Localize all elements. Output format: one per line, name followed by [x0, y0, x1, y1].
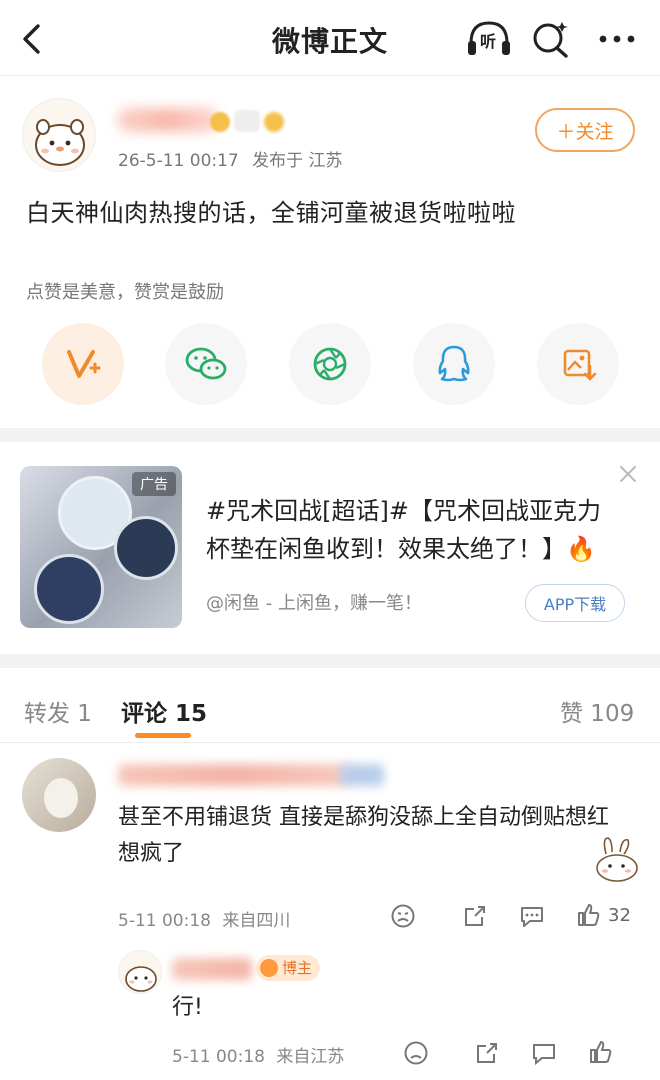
active-tab-indicator: [135, 733, 191, 738]
weibo-post-page: 微博正文 听 26-5-11 00:17 发布于 江苏 ＋关注 白天神仙肉热搜的…: [0, 0, 660, 1080]
blogger-avatar[interactable]: [118, 950, 162, 994]
panda-badge-icon: [234, 110, 260, 132]
moments-icon[interactable]: [289, 323, 371, 405]
thumbs-up-icon[interactable]: [588, 1039, 614, 1065]
blogger-badge: 博主: [256, 955, 321, 981]
coaster-image: [34, 554, 104, 624]
section-gap: [0, 428, 660, 442]
divider: [0, 742, 660, 743]
tab-comments[interactable]: 评论 15: [121, 694, 207, 728]
reply-icon[interactable]: [518, 903, 546, 929]
commenter-name-redacted[interactable]: [118, 764, 348, 786]
comment-time: 5-11 00:18: [118, 911, 211, 931]
reward-hint: 点赞是美意，赞赏是鼓励: [26, 282, 224, 303]
post-meta: 26-5-11 00:17 发布于 江苏: [118, 146, 343, 171]
like-button[interactable]: 32: [576, 902, 631, 928]
reply-time: 5-11 00:18: [172, 1047, 265, 1067]
repost-icon[interactable]: [474, 1040, 500, 1066]
level-badge-icon: [264, 112, 284, 132]
ad-tag: 广告: [132, 472, 176, 496]
reply-meta: 5-11 00:18 来自江苏: [172, 1042, 344, 1067]
listen-icon[interactable]: 听: [464, 14, 514, 64]
author-name-redacted[interactable]: [118, 108, 218, 132]
dislike-icon[interactable]: [390, 903, 416, 929]
search-icon[interactable]: [526, 14, 576, 64]
repost-icon[interactable]: [462, 903, 488, 929]
thumbs-up-icon: [578, 904, 600, 926]
top-bar: 微博正文 听: [0, 0, 660, 76]
rabbit-sticker-icon: [592, 836, 642, 884]
ad-source: @闲鱼 - 上闲鱼，赚一笔！: [206, 593, 422, 614]
vplus-icon[interactable]: [42, 323, 124, 405]
comment-location: 来自四川: [222, 911, 291, 931]
reply-location: 来自江苏: [276, 1047, 345, 1067]
post-time: 26-5-11 00:17: [118, 151, 239, 171]
ad-title[interactable]: #咒术回战[超话]#【咒术回战亚克力杯垫在闲鱼收到！效果太绝了！】🔥: [206, 492, 616, 568]
blogger-badge-label: 博主: [282, 959, 313, 977]
blogger-badge-icon: [260, 959, 278, 977]
post-location: 发布于 江苏: [252, 151, 343, 171]
more-icon[interactable]: [592, 14, 642, 64]
like-count: 32: [608, 904, 631, 926]
divider: [0, 75, 660, 76]
ad-image[interactable]: 广告: [20, 466, 182, 628]
listen-label: 听: [480, 32, 497, 51]
wechat-icon[interactable]: [165, 323, 247, 405]
commenter-avatar[interactable]: [22, 758, 96, 832]
save-image-icon[interactable]: [537, 323, 619, 405]
fan-badge: [340, 764, 384, 786]
close-icon[interactable]: [616, 462, 640, 486]
blogger-name-redacted[interactable]: [172, 958, 252, 980]
comment-text: 甚至不用铺退货 直接是舔狗没舔上全自动倒贴想红想疯了: [118, 805, 609, 866]
post-text: 白天神仙肉热搜的话，全铺河童被退货啦啦啦: [26, 199, 516, 227]
follow-button[interactable]: ＋关注: [535, 108, 635, 152]
author-avatar[interactable]: [22, 98, 96, 172]
comment-meta: 5-11 00:18 来自四川: [118, 906, 290, 931]
qq-icon[interactable]: [413, 323, 495, 405]
reply-text: 行!: [172, 995, 203, 1020]
reply-icon[interactable]: [530, 1040, 558, 1066]
coaster-image: [114, 516, 178, 580]
tab-repost[interactable]: 转发 1: [24, 694, 92, 728]
dislike-icon[interactable]: [403, 1040, 429, 1066]
tab-likes[interactable]: 赞 109: [560, 694, 634, 728]
section-gap: [0, 654, 660, 668]
vip-badge-icon: [210, 112, 230, 132]
avatar-figure: [44, 778, 78, 818]
app-download-button[interactable]: APP下载: [525, 584, 625, 622]
